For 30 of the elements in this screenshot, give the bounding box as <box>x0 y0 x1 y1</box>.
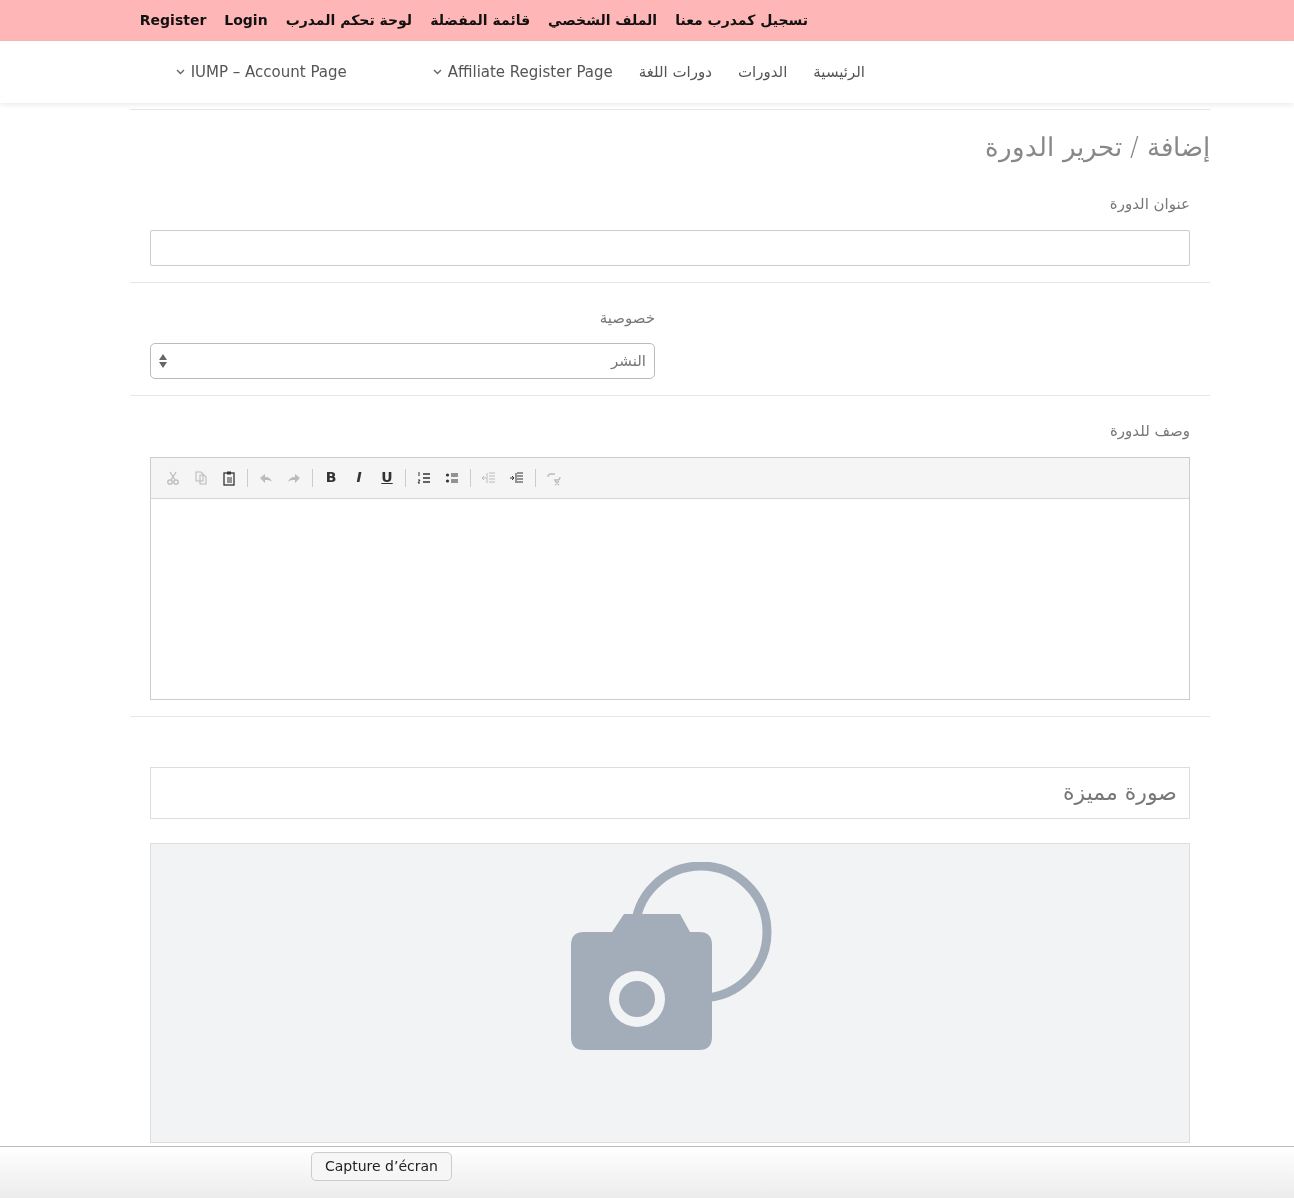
select-field[interactable]: النشر <box>150 343 655 379</box>
nav-link[interactable]: الدورات <box>737 60 788 84</box>
clipboard-icon <box>221 469 237 486</box>
top-bar-link[interactable]: تسجيل كمدرب معنا <box>675 10 808 31</box>
top-bar-link[interactable]: Login <box>224 10 268 31</box>
nav-link[interactable]: دورات اللغة <box>638 60 712 84</box>
bold-button[interactable]: B <box>317 465 345 490</box>
tooltip: Capture d’écran <box>311 1152 452 1181</box>
field-label: وصف للدورة <box>1108 421 1190 442</box>
indent-icon <box>509 469 525 486</box>
section-title: صورة مميزة <box>1063 779 1177 807</box>
top-bar-link[interactable]: لوحة تحكم المدرب <box>285 10 413 31</box>
copy-icon <box>193 469 209 486</box>
input-field[interactable] <box>150 229 1190 266</box>
image-upload-area[interactable] <box>150 842 1190 1143</box>
top-bar-link[interactable]: قائمة المفضلة <box>430 10 531 31</box>
up-down-arrows-icon <box>159 354 167 368</box>
nav-link[interactable]: Affiliate Register Page <box>432 60 613 84</box>
page-title: إضافة / تحرير الدورة <box>984 131 1210 165</box>
nav-link[interactable]: IUMP – Account Page <box>175 60 347 84</box>
scissors-icon <box>165 469 181 486</box>
field-label: خصوصية <box>598 307 655 329</box>
top-bar-link[interactable]: الملف الشخصي <box>548 10 658 31</box>
underline-button[interactable]: U <box>373 465 401 490</box>
field-label: عنوان الدورة <box>1108 194 1190 215</box>
outdent-icon <box>481 469 497 486</box>
numbered-list-icon <box>416 469 432 486</box>
top-bar-link[interactable]: Register <box>139 10 207 31</box>
nav-link[interactable]: الرئيسية <box>813 60 865 84</box>
italic-button[interactable]: I <box>345 465 373 490</box>
